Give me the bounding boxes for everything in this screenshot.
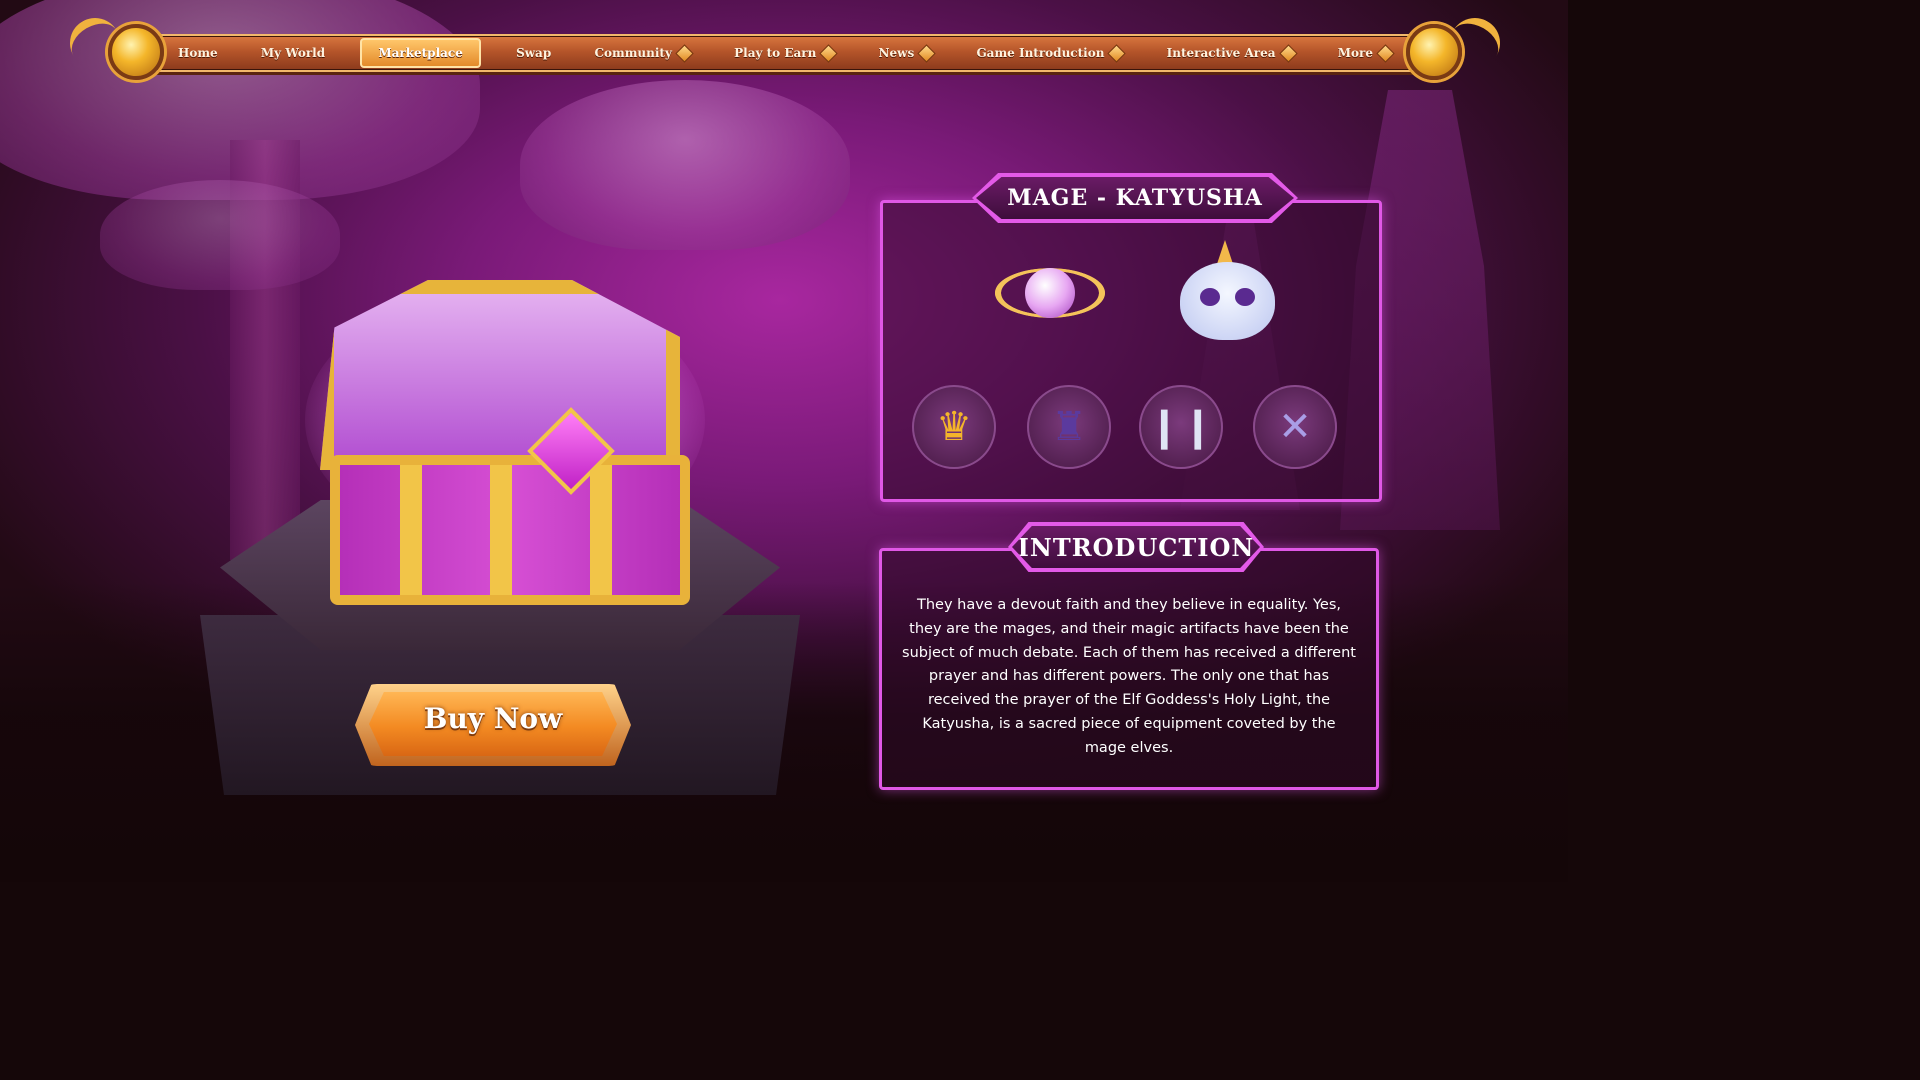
intro-title: INTRODUCTION [1017, 532, 1255, 562]
nav-item-label: Game Introduction [976, 46, 1105, 60]
nav-item-label: News [878, 46, 915, 60]
nav-item-label: More [1337, 46, 1373, 60]
gem-icon [917, 43, 936, 63]
set-title: MAGE - KATYUSHA [1007, 185, 1263, 211]
crown-icon[interactable]: ♛ [912, 385, 996, 469]
intro-text: They have a devout faith and they believ… [902, 597, 1356, 756]
nav-menu: Home My World Marketplace Swap Community Play… [170, 34, 1400, 72]
chest-band [590, 465, 612, 595]
nav-item-interactive-area[interactable]: Interactive Area [1159, 38, 1303, 68]
robe-icon[interactable]: ♜ [1027, 385, 1111, 469]
nav-item-play-to-earn[interactable]: Play to Earn [726, 38, 843, 68]
nav-item-my-world[interactable]: My World [253, 38, 333, 68]
nav-item-news[interactable]: News [871, 38, 942, 68]
pet-icon[interactable] [1165, 240, 1290, 350]
nav-item-label: Marketplace [378, 46, 463, 60]
intro-title-banner: INTRODUCTION [1008, 522, 1264, 572]
gem-icon [675, 43, 694, 63]
chest-band [400, 465, 422, 595]
buy-now-button[interactable]: Buy Now [355, 684, 631, 766]
gem-icon [1278, 43, 1298, 63]
nav-item-community[interactable]: Community [586, 38, 698, 68]
chest-lid-frame [320, 280, 680, 470]
nav-item-label: Community [594, 46, 672, 60]
nav-item-label: Play to Earn [734, 46, 817, 60]
buy-button-label: Buy Now [423, 702, 563, 735]
nav-item-label: Interactive Area [1166, 46, 1276, 60]
background-mushroom-cap [520, 80, 850, 250]
right-gold-orb-icon [1406, 24, 1462, 80]
gem-icon [1107, 43, 1127, 63]
top-navigation: Home My World Marketplace Swap Community Play… [60, 8, 1510, 88]
wings-icon[interactable]: ✕ [1253, 385, 1337, 469]
nav-item-more[interactable]: More [1330, 38, 1400, 68]
nav-item-game-introduction[interactable]: Game Introduction [968, 38, 1131, 68]
nav-item-label: My World [260, 46, 326, 60]
nav-item-label: Swap [516, 46, 552, 60]
left-gold-orb-icon [108, 24, 164, 80]
nav-item-marketplace[interactable]: Marketplace [360, 38, 481, 68]
nav-item-home[interactable]: Home [170, 38, 226, 68]
gem-icon [1376, 43, 1395, 63]
set-title-banner: MAGE - KATYUSHA [972, 173, 1298, 223]
nav-item-label: Home [178, 46, 218, 60]
chest-band [490, 465, 512, 595]
nav-item-swap[interactable]: Swap [508, 38, 559, 68]
orb-artifact-icon[interactable] [973, 238, 1127, 348]
boots-icon[interactable]: ❙❙ [1139, 385, 1223, 469]
gem-icon [819, 43, 839, 63]
chest-body [330, 455, 690, 605]
